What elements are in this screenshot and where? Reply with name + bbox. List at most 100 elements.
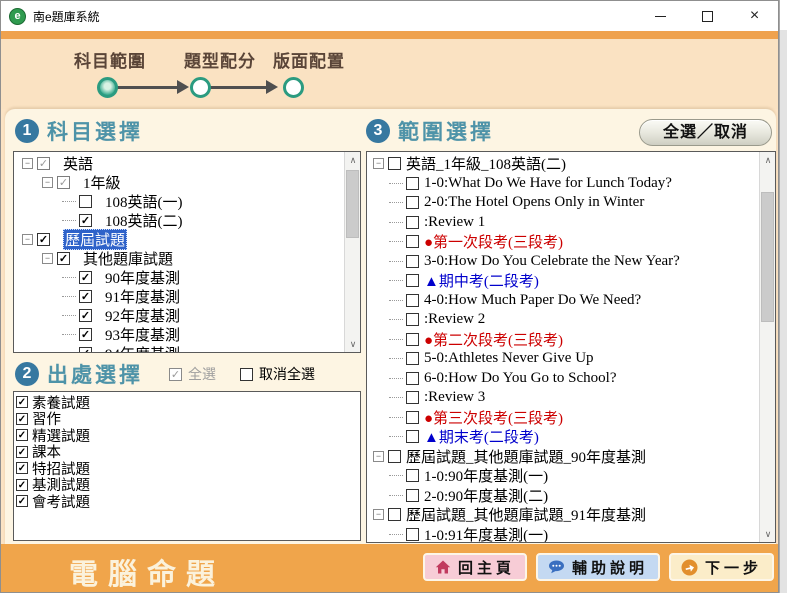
source-checkbox[interactable]: ✓: [16, 396, 28, 408]
select-all-checkbox[interactable]: ✓: [169, 368, 182, 381]
range-node-label[interactable]: 6-0:How Do You Go to School?: [424, 370, 617, 387]
range-node-label[interactable]: ▲期末考(二段考): [424, 426, 539, 447]
source-list-item[interactable]: ✓會考試題: [14, 493, 360, 510]
range-checkbox[interactable]: [406, 216, 419, 229]
subject-tree-row[interactable]: ✓ 108英語(二): [14, 211, 360, 230]
tree-node-label[interactable]: 94年度基測: [105, 343, 180, 353]
source-checkbox[interactable]: ✓: [16, 462, 28, 474]
tree-checkbox[interactable]: ✓: [37, 233, 50, 246]
range-tree-row[interactable]: 6-0:How Do You Go to School?: [367, 369, 775, 389]
source-item-label[interactable]: 會考試題: [32, 491, 90, 512]
subject-tree-row[interactable]: −✓其他題庫試題: [14, 249, 360, 268]
range-checkbox[interactable]: [406, 313, 419, 326]
range-checkbox[interactable]: [388, 508, 401, 521]
range-checkbox[interactable]: [406, 255, 419, 268]
range-checkbox[interactable]: [388, 450, 401, 463]
tree-checkbox[interactable]: ✓: [79, 290, 92, 303]
range-tree-row[interactable]: 1-0:90年度基測(一): [367, 466, 775, 486]
select-all-checkbox-group[interactable]: ✓ 全選: [169, 364, 216, 384]
tree-node-label[interactable]: 91年度基測: [105, 286, 180, 307]
range-checkbox[interactable]: [406, 372, 419, 385]
range-node-label[interactable]: 1-0:What Do We Have for Lunch Today?: [424, 175, 672, 192]
scroll-down-icon[interactable]: ∨: [760, 526, 776, 542]
range-node-label[interactable]: 歷屆試題_其他題庫試題_90年度基測: [406, 446, 646, 467]
subject-tree-row[interactable]: ✓92年度基測: [14, 306, 360, 325]
tree-node-label[interactable]: 歷屆試題: [63, 229, 127, 250]
range-checkbox[interactable]: [406, 294, 419, 307]
scroll-up-icon[interactable]: ∧: [345, 152, 361, 168]
tree-node-label[interactable]: 1年級: [83, 172, 121, 193]
next-step-button[interactable]: 下一步: [669, 553, 774, 581]
range-checkbox[interactable]: [406, 489, 419, 502]
range-tree-scrollbar[interactable]: ∧ ∨: [759, 152, 775, 542]
range-checkbox[interactable]: [406, 274, 419, 287]
source-list-item[interactable]: ✓精選試題: [14, 427, 360, 444]
range-tree-row[interactable]: 3-0:How Do You Celebrate the New Year?: [367, 252, 775, 272]
tree-checkbox[interactable]: ✓: [57, 252, 70, 265]
source-checkbox[interactable]: ✓: [16, 479, 28, 491]
scroll-up-icon[interactable]: ∧: [760, 152, 776, 168]
range-node-label[interactable]: ▲期中考(二段考): [424, 270, 539, 291]
range-node-label[interactable]: ●第一次段考(三段考): [424, 231, 563, 252]
range-checkbox[interactable]: [406, 430, 419, 443]
tree-node-label[interactable]: 108英語(二): [105, 210, 183, 231]
deselect-all-label[interactable]: 取消全選: [259, 364, 315, 384]
range-checkbox[interactable]: [406, 352, 419, 365]
range-node-label[interactable]: 2-0:90年度基測(二): [424, 485, 548, 506]
tree-expander-icon[interactable]: −: [373, 158, 384, 169]
range-node-label[interactable]: ●第三次段考(三段考): [424, 407, 563, 428]
tree-checkbox[interactable]: ✓: [57, 176, 70, 189]
source-checkbox[interactable]: ✓: [16, 429, 28, 441]
range-tree-row[interactable]: :Review 1: [367, 213, 775, 233]
range-tree-row[interactable]: − 歷屆試題_其他題庫試題_91年度基測: [367, 505, 775, 525]
scroll-down-icon[interactable]: ∨: [345, 336, 361, 352]
source-checkbox[interactable]: ✓: [16, 413, 28, 425]
range-node-label[interactable]: 歷屆試題_其他題庫試題_91年度基測: [406, 504, 646, 525]
range-tree-row[interactable]: :Review 3: [367, 388, 775, 408]
tree-checkbox[interactable]: ✓: [79, 347, 92, 353]
range-node-label[interactable]: 2-0:The Hotel Opens Only in Winter: [424, 194, 644, 211]
tree-node-label[interactable]: 93年度基測: [105, 324, 180, 345]
range-tree-row[interactable]: 1-0:91年度基測(一): [367, 525, 775, 544]
tree-node-label[interactable]: 90年度基測: [105, 267, 180, 288]
help-button[interactable]: 輔助說明: [536, 553, 660, 581]
range-node-label[interactable]: 3-0:How Do You Celebrate the New Year?: [424, 253, 680, 270]
range-node-label[interactable]: :Review 3: [424, 389, 485, 406]
deselect-all-checkbox[interactable]: [240, 368, 253, 381]
tree-expander-icon[interactable]: −: [42, 253, 53, 264]
range-checkbox[interactable]: [388, 157, 401, 170]
subject-tree-scrollbar[interactable]: ∧ ∨: [344, 152, 360, 352]
select-all-label[interactable]: 全選: [188, 364, 216, 384]
range-tree-row[interactable]: :Review 2: [367, 310, 775, 330]
subject-tree-row[interactable]: 108英語(一): [14, 192, 360, 211]
range-node-label[interactable]: 4-0:How Much Paper Do We Need?: [424, 292, 641, 309]
range-node-label[interactable]: 英語_1年級_108英語(二): [406, 153, 566, 174]
range-node-label[interactable]: :Review 2: [424, 311, 485, 328]
range-tree-row[interactable]: 2-0:The Hotel Opens Only in Winter: [367, 193, 775, 213]
range-node-label[interactable]: :Review 1: [424, 214, 485, 231]
tree-checkbox[interactable]: ✓: [79, 214, 92, 227]
range-tree-row[interactable]: ▲期末考(二段考): [367, 427, 775, 447]
range-tree-row[interactable]: − 歷屆試題_其他題庫試題_90年度基測: [367, 447, 775, 467]
subject-tree-row[interactable]: ✓ 91年度基測: [14, 287, 360, 306]
step-circle-1[interactable]: [97, 77, 118, 98]
range-tree-row[interactable]: 5-0:Athletes Never Give Up: [367, 349, 775, 369]
range-checkbox[interactable]: [406, 177, 419, 190]
tree-expander-icon[interactable]: −: [373, 509, 384, 520]
source-checkbox[interactable]: ✓: [16, 446, 28, 458]
range-tree-row[interactable]: ●第二次段考(三段考): [367, 330, 775, 350]
range-tree-row[interactable]: 1-0:What Do We Have for Lunch Today?: [367, 174, 775, 194]
range-tree-row[interactable]: 4-0:How Much Paper Do We Need?: [367, 291, 775, 311]
range-node-label[interactable]: ●第二次段考(三段考): [424, 329, 563, 350]
step-circle-3[interactable]: [283, 77, 304, 98]
scroll-thumb[interactable]: [346, 170, 359, 238]
tree-expander-icon[interactable]: −: [42, 177, 53, 188]
tree-expander-icon[interactable]: −: [373, 451, 384, 462]
range-checkbox[interactable]: [406, 528, 419, 541]
range-tree-row[interactable]: ▲期中考(二段考): [367, 271, 775, 291]
tree-expander-icon[interactable]: −: [22, 234, 33, 245]
tree-node-label[interactable]: 92年度基測: [105, 305, 180, 326]
range-checkbox[interactable]: [406, 411, 419, 424]
scroll-thumb[interactable]: [761, 192, 774, 322]
deselect-all-checkbox-group[interactable]: 取消全選: [240, 364, 315, 384]
